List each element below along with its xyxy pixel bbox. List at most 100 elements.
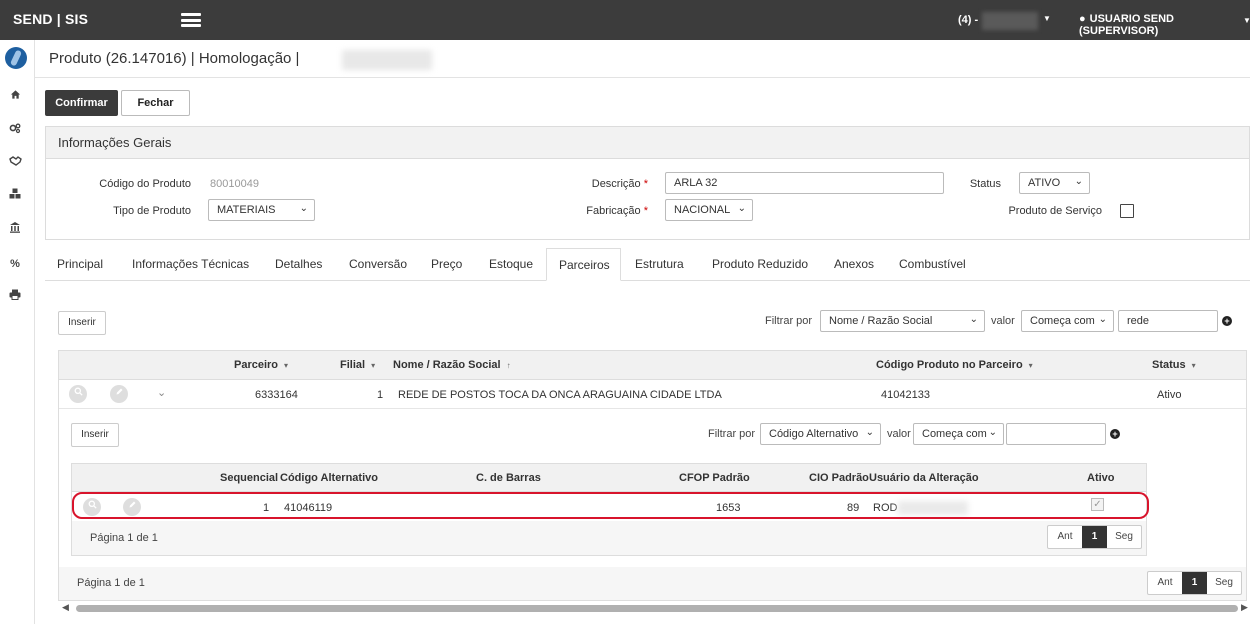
product-type-label: Tipo de Produto [113,205,191,217]
alt-page-1-button[interactable]: 1 [1082,526,1107,548]
partners-pager: Ant 1 Seg [1147,571,1242,595]
next-page-button[interactable]: Seg [1207,572,1241,594]
product-code-value: 80010049 [210,178,259,190]
col-status-label: Status [1152,359,1186,371]
expand-row-chevron-icon[interactable]: ⌄ [157,386,166,399]
tab-produto-reduzido[interactable]: Produto Reduzido [700,248,820,281]
manufacture-label: Fabricação * [560,205,648,217]
col-sequencial[interactable]: Sequencial [220,472,278,484]
caret-down-icon: ▾ [371,361,376,370]
alt-value-label: valor [887,428,911,440]
tab-preco[interactable]: Preço [419,248,474,281]
required-mark: * [643,178,648,190]
tab-informacoes-tecnicas[interactable]: Informações Técnicas [120,248,261,281]
percent-icon[interactable]: % [7,256,23,272]
tab-principal[interactable]: Principal [45,248,115,281]
edit-icon[interactable] [110,385,128,403]
status-select[interactable]: ATIVO ⌄ [1019,172,1090,194]
value-label: valor [991,315,1015,327]
service-product-checkbox[interactable] [1120,204,1134,218]
boxes-icon[interactable] [7,188,23,204]
col-ativo[interactable]: Ativo [1087,472,1115,484]
product-type-select[interactable]: MATERIAIS ⌄ [208,199,315,221]
confirm-button[interactable]: Confirmar [45,90,118,116]
user-menu[interactable]: ● USUARIO SEND (SUPERVISOR) [1079,13,1250,37]
home-icon[interactable] [7,89,23,105]
tab-combustivel[interactable]: Combustível [887,248,978,281]
chevron-down-icon: ⌄ [299,203,308,214]
col-codigo-parceiro[interactable]: Código Produto no Parceiro ▾ [876,359,1033,371]
partners-grid-footer [59,567,1246,600]
top-bar: SEND | SIS (4) - ▼ ● USUARIO SEND (SUPERV… [0,0,1250,40]
redacted-company [982,12,1038,30]
settings-icon[interactable] [7,122,23,138]
tab-anexos[interactable]: Anexos [822,248,886,281]
tab-parceiros[interactable]: Parceiros [546,248,621,281]
scroll-right-arrow-icon[interactable]: ▶ [1241,602,1248,613]
chevron-down-icon: ⌄ [988,427,997,438]
partner-filter-input[interactable]: rede [1118,310,1218,332]
brand-logo-text[interactable]: SEND | SIS [13,11,88,27]
insert-partner-button[interactable]: Inserir [58,311,106,335]
insert-alternative-button[interactable]: Inserir [71,423,119,447]
partner-filter-op-select[interactable]: Começa com ⌄ [1021,310,1114,332]
required-mark: * [643,205,648,217]
user-icon: ● [1079,13,1086,25]
col-cfop[interactable]: CFOP Padrão [679,472,750,484]
user-name: USUARIO SEND (SUPERVISOR) [1079,13,1174,37]
status-value: ATIVO [1028,177,1061,189]
manufacture-value: NACIONAL [674,204,731,216]
alt-filter-op-select[interactable]: Começa com ⌄ [913,423,1004,445]
tab-detalhes[interactable]: Detalhes [263,248,334,281]
manufacture-select[interactable]: NACIONAL ⌄ [665,199,753,221]
horizontal-scrollbar[interactable]: ◀ ▶ [58,600,1250,616]
description-label: Descrição * [560,178,648,190]
col-codigo-parceiro-label: Código Produto no Parceiro [876,359,1023,371]
cell-status: Ativo [1157,389,1182,401]
scrollbar-thumb[interactable] [76,605,1238,612]
app-logo[interactable] [5,47,27,69]
product-type-value: MATERIAIS [217,204,276,216]
sidebar: % [0,40,35,624]
col-cio[interactable]: CIO Padrão [809,472,869,484]
alt-filter-field-value: Código Alternativo [769,428,859,440]
scroll-left-arrow-icon[interactable]: ◀ [62,602,69,613]
col-status[interactable]: Status ▾ [1152,359,1196,371]
alt-filter-field-select[interactable]: Código Alternativo ⌄ [760,423,881,445]
tab-estrutura[interactable]: Estrutura [623,248,696,281]
cell-parceiro: 6333164 [255,389,298,401]
chevron-down-icon: ⌄ [865,427,874,438]
col-parceiro[interactable]: Parceiro ▾ [234,359,288,371]
menu-toggle-icon[interactable] [181,13,201,27]
product-code-label: Código do Produto [99,178,191,190]
partner-filter-field-select[interactable]: Nome / Razão Social ⌄ [820,310,985,332]
col-nome[interactable]: Nome / Razão Social ↑ [393,359,511,371]
add-filter-icon[interactable]: + [1222,316,1232,326]
tab-bar: Principal Informações Técnicas Detalhes … [45,248,1250,281]
col-codigo-barras[interactable]: C. de Barras [476,472,541,484]
tab-estoque[interactable]: Estoque [477,248,545,281]
col-usuario[interactable]: Usuário da Alteração [869,472,979,484]
description-input[interactable]: ARLA 32 [665,172,944,194]
alt-next-page-button[interactable]: Seg [1107,526,1141,548]
col-codigo-alternativo[interactable]: Código Alternativo [280,472,378,484]
service-product-label: Produto de Serviço [1008,205,1102,217]
partner-filter-field-value: Nome / Razão Social [829,315,933,327]
add-alt-filter-icon[interactable]: + [1110,429,1120,439]
notification-count[interactable]: (4) - [958,14,978,26]
page-1-button[interactable]: 1 [1182,572,1207,594]
user-dropdown-caret-icon[interactable]: ▼ [1243,16,1250,25]
company-dropdown-caret-icon[interactable]: ▼ [1043,14,1051,23]
close-button[interactable]: Fechar [121,90,190,116]
col-filial[interactable]: Filial ▾ [340,359,375,371]
partner-filter-op-value: Começa com [1030,315,1095,327]
tab-conversao[interactable]: Conversão [337,248,419,281]
alternatives-grid-footer [72,521,1146,555]
alt-filter-input[interactable] [1006,423,1106,445]
bank-icon[interactable] [7,221,23,237]
print-icon[interactable] [7,289,23,305]
view-icon[interactable] [69,385,87,403]
prev-page-button[interactable]: Ant [1148,572,1182,594]
alt-prev-page-button[interactable]: Ant [1048,526,1082,548]
handshake-icon[interactable] [7,155,23,171]
